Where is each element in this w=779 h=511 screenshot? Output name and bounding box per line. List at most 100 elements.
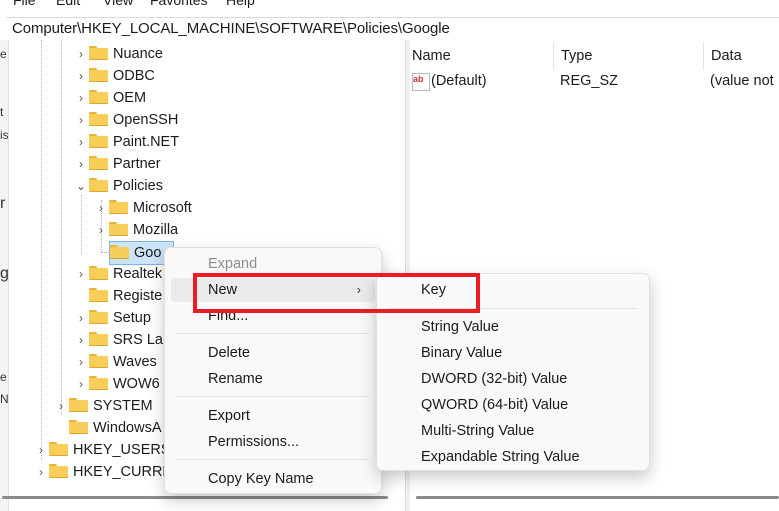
submenu-item-expandable-string-value[interactable]: Expandable String Value	[383, 445, 643, 469]
tree-item-partner[interactable]: › Partner	[73, 153, 161, 175]
tree-item-windowsapps[interactable]: WindowsA	[69, 417, 162, 439]
tree-item-hkey-current-config[interactable]: › HKEY_CURRE	[33, 461, 172, 483]
edge-text: t	[0, 105, 4, 119]
folder-icon	[49, 464, 68, 478]
tree-item-waves[interactable]: › Waves	[73, 351, 157, 373]
menu-item-rename[interactable]: Rename	[171, 367, 375, 391]
tree-item-oem[interactable]: › OEM	[73, 87, 146, 109]
menu-edit[interactable]: Edit	[56, 0, 80, 8]
folder-icon	[89, 178, 108, 192]
chevron-right-icon[interactable]: ›	[73, 329, 89, 351]
folder-icon	[49, 442, 68, 456]
value-name[interactable]: (Default)	[431, 70, 487, 92]
tree-item-realtek[interactable]: › Realtek	[73, 263, 162, 285]
tree-item-openssh[interactable]: › OpenSSH	[73, 109, 178, 131]
edge-text: g	[0, 265, 9, 282]
menu-file[interactable]: File	[13, 0, 36, 8]
chevron-right-icon[interactable]: ›	[73, 153, 89, 175]
submenu-item-multi-string-value[interactable]: Multi-String Value	[383, 419, 643, 443]
folder-icon	[89, 376, 108, 390]
menu-bar: File Edit View Favorites Help	[0, 0, 779, 10]
tree-guide-line	[81, 195, 82, 255]
tree-item-nuance[interactable]: › Nuance	[73, 43, 163, 65]
tree-guide-line	[61, 40, 62, 415]
chevron-down-icon[interactable]: ⌄	[73, 175, 89, 197]
chevron-right-icon[interactable]: ›	[73, 263, 89, 285]
highlight-box	[193, 273, 480, 313]
address-path[interactable]: Computer\HKEY_LOCAL_MACHINE\SOFTWARE\Pol…	[12, 20, 450, 37]
tree-item-odbc[interactable]: › ODBC	[73, 65, 155, 87]
folder-icon	[109, 222, 128, 236]
menu-item-export[interactable]: Export	[171, 404, 375, 428]
chevron-right-icon[interactable]: ›	[33, 461, 49, 483]
folder-icon	[109, 200, 128, 214]
menu-separator	[177, 396, 369, 397]
edge-text: r	[0, 195, 6, 212]
tree-guide-line	[101, 252, 109, 253]
menu-help[interactable]: Help	[226, 0, 255, 8]
chevron-right-icon[interactable]: ›	[53, 395, 69, 417]
submenu-item-dword-value[interactable]: DWORD (32-bit) Value	[383, 367, 643, 391]
folder-icon	[69, 398, 88, 412]
column-header-data[interactable]: Data	[710, 40, 742, 70]
menu-favorites[interactable]: Favorites	[150, 0, 208, 8]
tree-item-registered[interactable]: Registe	[89, 285, 162, 307]
values-horizontal-scrollbar[interactable]	[416, 496, 779, 499]
menu-item-permissions[interactable]: Permissions...	[171, 430, 375, 454]
column-header-type[interactable]: Type	[560, 40, 592, 70]
tree-item-system[interactable]: › SYSTEM	[53, 395, 153, 417]
column-header-name[interactable]: Name	[411, 40, 451, 70]
edge-text: e	[0, 47, 7, 61]
menu-view[interactable]: View	[103, 0, 133, 8]
tree-item-mozilla[interactable]: › Mozilla	[93, 219, 178, 241]
menu-item-copy-key-name[interactable]: Copy Key Name	[171, 467, 375, 491]
chevron-right-icon[interactable]: ›	[73, 131, 89, 153]
edge-text: N	[0, 392, 9, 406]
chevron-right-icon[interactable]: ›	[93, 197, 109, 219]
chevron-right-icon[interactable]: ›	[73, 87, 89, 109]
tree-guide-line	[41, 40, 42, 460]
menu-separator	[177, 459, 369, 460]
tree-horizontal-scrollbar[interactable]	[2, 496, 388, 499]
value-data: (value not	[710, 73, 774, 89]
string-value-icon: ab	[412, 73, 430, 91]
menu-item-delete[interactable]: Delete	[171, 341, 375, 365]
folder-icon	[89, 310, 108, 324]
folder-icon	[89, 112, 108, 126]
chevron-right-icon[interactable]: ›	[73, 373, 89, 395]
submenu-item-string-value[interactable]: String Value	[383, 315, 643, 339]
edge-text: e	[0, 370, 7, 384]
column-divider[interactable]	[703, 42, 704, 70]
chevron-right-icon[interactable]: ›	[73, 307, 89, 329]
menu-separator	[177, 333, 369, 334]
folder-icon	[89, 354, 108, 368]
background-window-edge: e t is r g e N	[0, 40, 9, 511]
value-type: REG_SZ	[560, 73, 619, 89]
chevron-right-icon[interactable]: ›	[33, 439, 49, 461]
folder-icon	[89, 134, 108, 148]
tree-item-wow6432node[interactable]: › WOW6	[73, 373, 160, 395]
folder-icon	[89, 90, 108, 104]
edge-text: is	[0, 128, 9, 142]
chevron-right-icon[interactable]: ›	[73, 351, 89, 373]
column-divider[interactable]	[553, 42, 554, 70]
tree-item-microsoft[interactable]: › Microsoft	[93, 197, 192, 219]
tree-item-policies[interactable]: ⌄ Policies	[73, 175, 163, 197]
tree-item-paintnet[interactable]: › Paint.NET	[73, 131, 179, 153]
folder-icon	[89, 288, 108, 302]
tree-item-setup[interactable]: › Setup	[73, 307, 151, 329]
chevron-right-icon[interactable]: ›	[73, 109, 89, 131]
tree-item-hkey-users[interactable]: › HKEY_USERS	[33, 439, 171, 461]
folder-icon	[110, 245, 129, 259]
chevron-right-icon[interactable]: ›	[73, 43, 89, 65]
folder-icon	[69, 420, 88, 434]
chevron-right-icon[interactable]: ›	[73, 65, 89, 87]
submenu-item-binary-value[interactable]: Binary Value	[383, 341, 643, 365]
chevron-right-icon[interactable]: ›	[93, 219, 109, 241]
tree-item-srs-labs[interactable]: › SRS Lal	[73, 329, 166, 351]
folder-icon	[89, 156, 108, 170]
address-bar[interactable]: Computer\HKEY_LOCAL_MACHINE\SOFTWARE\Pol…	[6, 17, 779, 41]
folder-icon	[89, 46, 108, 60]
submenu-item-qword-value[interactable]: QWORD (64-bit) Value	[383, 393, 643, 417]
folder-icon	[89, 266, 108, 280]
